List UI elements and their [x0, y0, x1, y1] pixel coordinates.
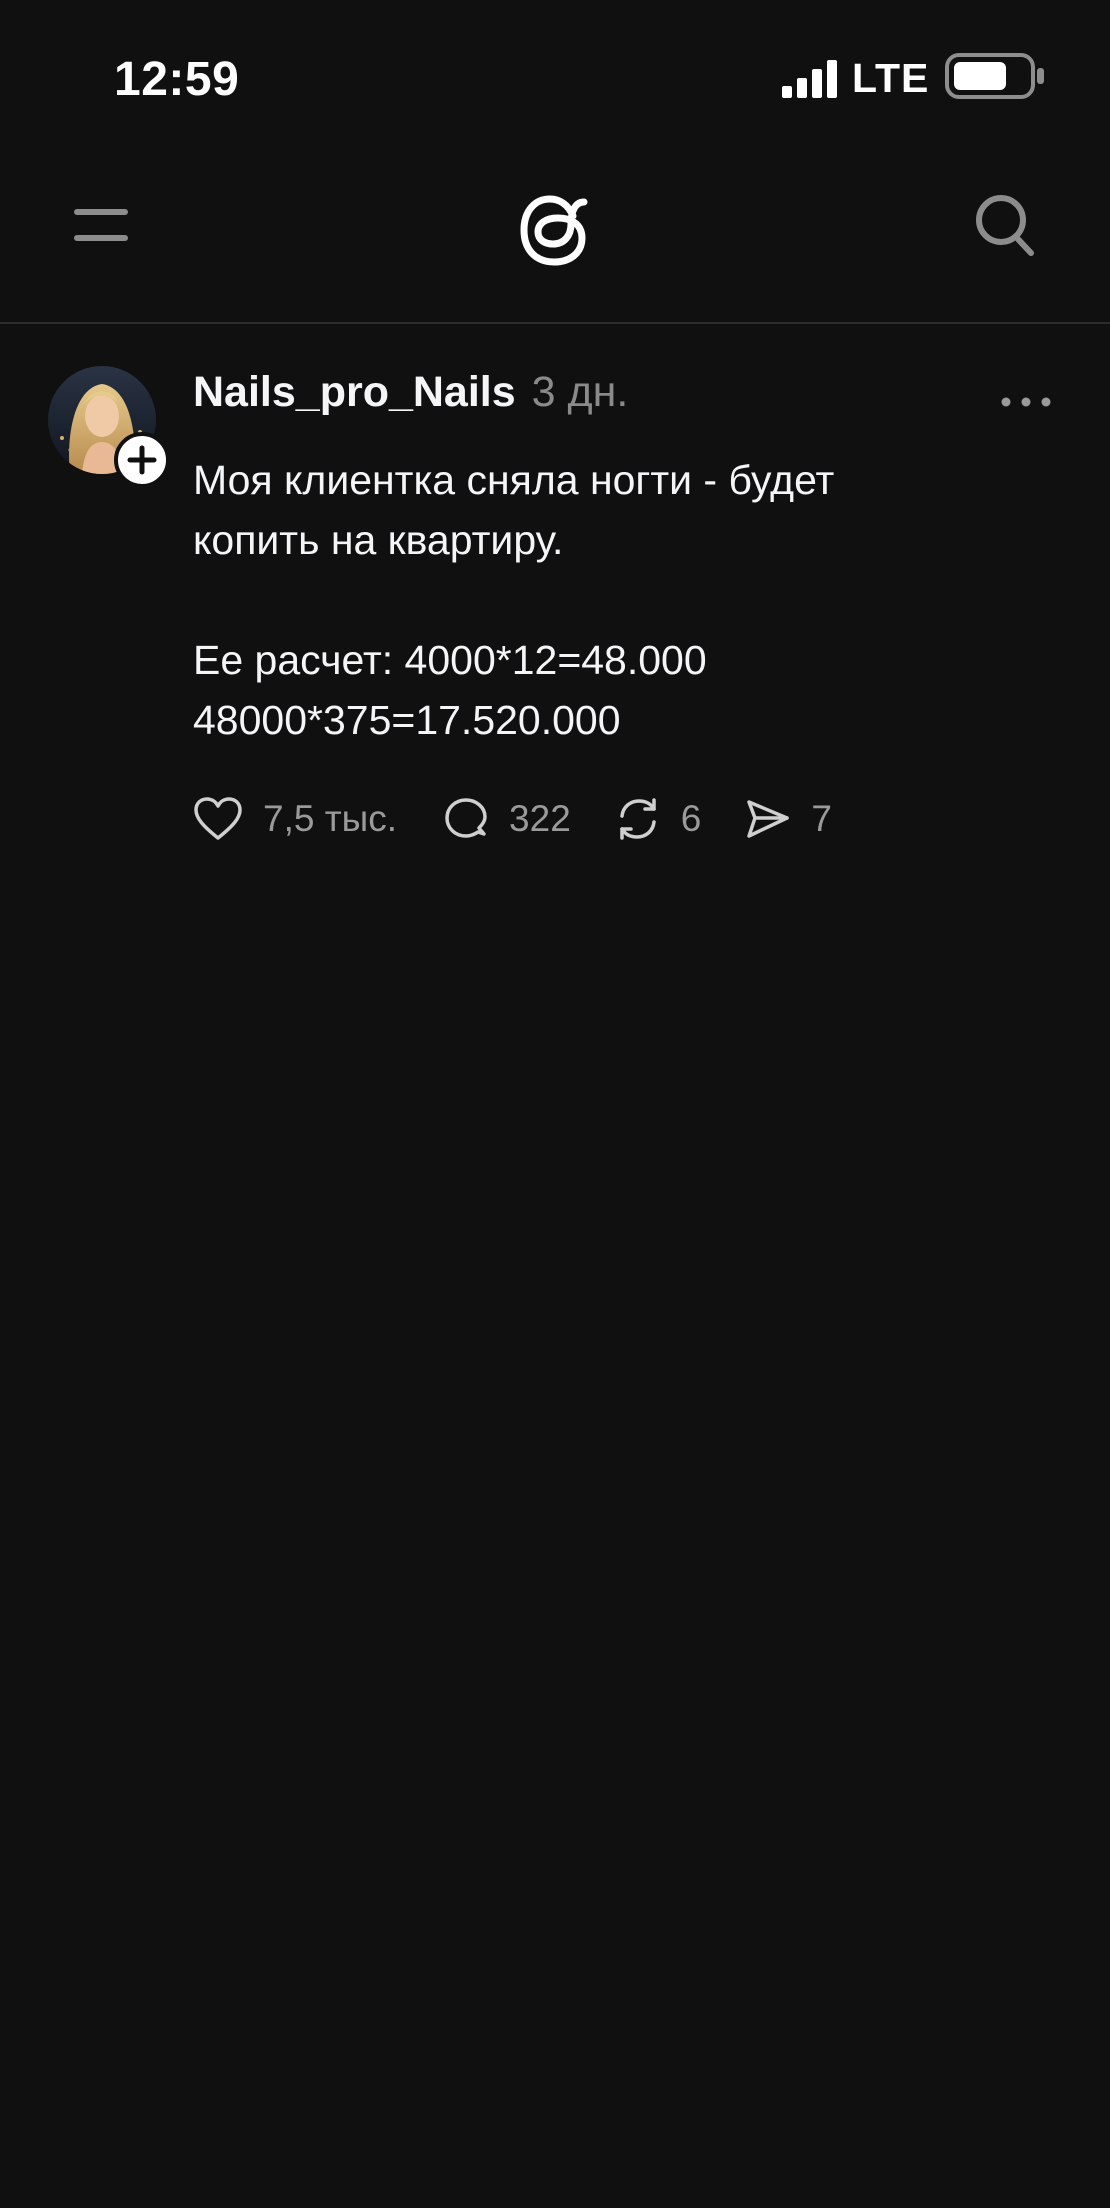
post-timestamp: 3 дн.	[531, 368, 629, 416]
post-text-line: Моя клиентка сняла ногти - будет	[193, 457, 835, 503]
menu-icon[interactable]	[74, 202, 128, 248]
post-text-line: Ее расчет: 4000*12=48.000	[193, 637, 707, 683]
repost-icon	[620, 798, 656, 840]
post-header: Nails_pro_Nails 3 дн.	[193, 368, 628, 428]
follow-plus-icon[interactable]	[114, 432, 170, 488]
search-icon[interactable]	[974, 192, 1036, 258]
like-button[interactable]: 7,5 тыс.	[193, 796, 397, 842]
top-nav	[0, 150, 1110, 324]
battery-icon	[945, 53, 1044, 99]
repost-button[interactable]: 6	[615, 796, 702, 842]
reply-button[interactable]: 322	[443, 796, 571, 842]
repost-count: 6	[680, 798, 702, 839]
comment-bubble-icon	[445, 798, 487, 838]
post-author[interactable]: Nails_pro_Nails	[193, 368, 516, 417]
more-options-icon[interactable]	[1000, 394, 1052, 410]
signal-icon	[782, 60, 837, 98]
reply-count: 322	[509, 798, 571, 839]
status-bar: 12:59 LTE	[0, 0, 1110, 150]
share-button[interactable]: 7	[745, 796, 832, 842]
post-body: Моя клиентка сняла ногти - будет копить …	[193, 450, 1073, 750]
thread-post[interactable]: Nails_pro_Nails 3 дн. Моя клиентка сняла…	[0, 324, 1110, 884]
threads-logo-icon[interactable]	[510, 180, 602, 280]
send-icon	[747, 800, 790, 838]
post-actions: 7,5 тыс. 322 6 7	[193, 788, 832, 850]
heart-icon	[194, 797, 242, 840]
post-text-line: 48000*375=17.520.000	[193, 697, 621, 743]
network-type: LTE	[852, 55, 930, 101]
share-count: 7	[811, 798, 832, 839]
status-time: 12:59	[114, 53, 240, 106]
post-text-line: копить на квартиру.	[193, 517, 564, 563]
like-count: 7,5 тыс.	[263, 798, 398, 839]
